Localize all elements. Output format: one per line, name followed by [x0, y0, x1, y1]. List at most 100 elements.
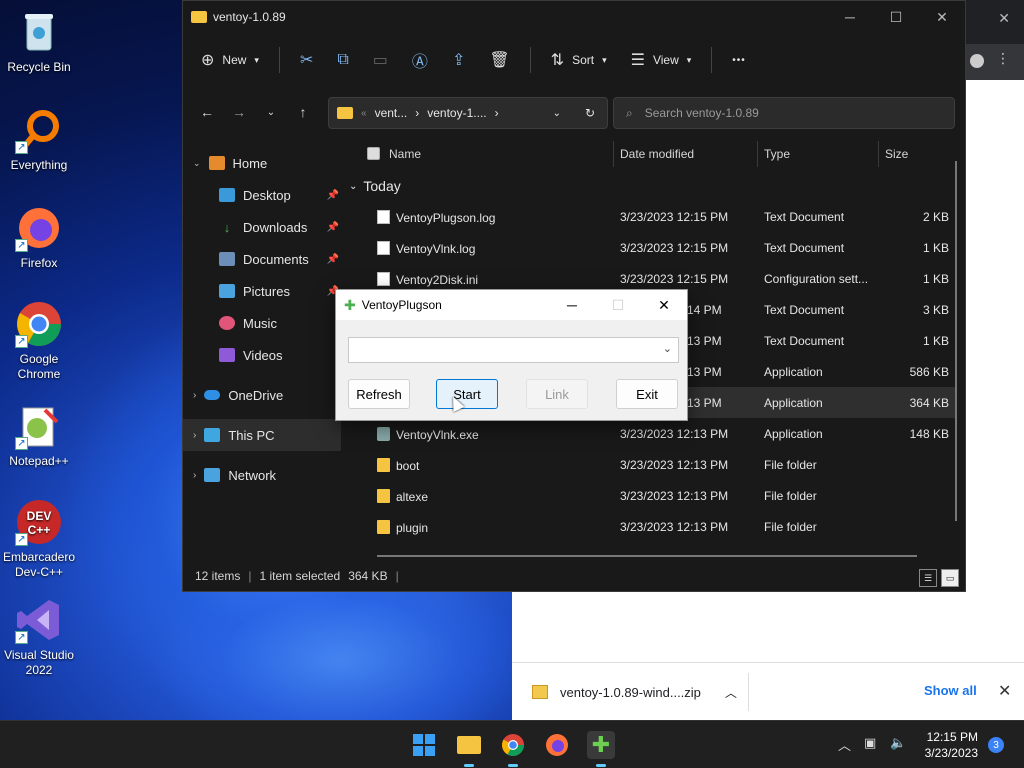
copy-button[interactable]: ⧉ — [327, 43, 358, 77]
chevron-up-icon[interactable]: ︿ — [838, 735, 851, 754]
new-button[interactable]: ⊕ New ▾ — [191, 43, 269, 77]
sidebar-item-desktop[interactable]: Desktop 📌 — [183, 179, 341, 211]
select-all-checkbox[interactable] — [367, 147, 380, 160]
notification-badge[interactable]: 3 — [988, 737, 1004, 753]
desktop-icon-notepadpp[interactable]: ↗ Notepad++ — [2, 402, 76, 469]
view-button[interactable]: ☰ View ▾ — [621, 43, 702, 77]
ventoy-plugson-taskbar-icon[interactable]: ✚ — [587, 731, 615, 767]
close-icon[interactable]: ✕ — [998, 10, 1010, 27]
recycle-bin-icon — [15, 8, 63, 56]
firefox-taskbar-icon[interactable] — [543, 731, 571, 759]
close-button[interactable]: ✕ — [641, 290, 687, 320]
sidebar-item-pictures[interactable]: Pictures 📌 — [183, 275, 341, 307]
file-row[interactable]: VentoyPlugson.log 3/23/2023 12:15 PM Tex… — [347, 201, 957, 232]
clock-date: 3/23/2023 — [924, 746, 978, 760]
desktop-icon-firefox[interactable]: ↗ Firefox — [2, 204, 76, 271]
refresh-button[interactable]: Refresh — [348, 379, 410, 409]
desktop-icon-devcpp[interactable]: DEV C++ ↗ Embarcadero Dev-C++ — [2, 498, 76, 580]
sidebar-item-home[interactable]: ⌄ Home — [183, 147, 341, 179]
puzzle-piece-icon: ✚ — [591, 732, 611, 757]
sort-button[interactable]: ⇅ Sort ▾ — [541, 43, 617, 77]
sidebar-item-onedrive[interactable]: › OneDrive — [183, 379, 341, 411]
column-date[interactable]: Date modified — [620, 147, 694, 161]
group-header-today[interactable]: ⌄ Today — [347, 171, 957, 201]
sidebar-item-network[interactable]: › Network — [183, 459, 341, 491]
chrome-taskbar-icon[interactable] — [499, 731, 527, 767]
close-button[interactable]: ✕ — [919, 1, 965, 33]
dialog-window-controls: ─ ☐ ✕ — [549, 290, 687, 320]
maximize-button[interactable]: ☐ — [873, 1, 919, 33]
sidebar-item-videos[interactable]: Videos — [183, 339, 341, 371]
selection-size: 364 KB — [348, 569, 388, 583]
desktop-icon-chrome[interactable]: ↗ Google Chrome — [2, 300, 76, 382]
tiles-view-icon[interactable]: ▭ — [941, 569, 959, 587]
column-name[interactable]: Name — [389, 147, 421, 161]
address-bar[interactable]: « vent... › ventoy-1.... › ⌄ ↻ — [328, 97, 608, 129]
show-all-link[interactable]: Show all — [924, 683, 977, 698]
file-row[interactable]: plugin 3/23/2023 12:13 PM File folder — [347, 511, 957, 542]
sidebar-item-music[interactable]: Music — [183, 307, 341, 339]
forward-button[interactable]: → — [223, 96, 255, 128]
volume-icon[interactable]: 🔈 — [890, 735, 906, 751]
system-clock[interactable]: 12:15 PM 3/23/2023 — [925, 729, 978, 761]
file-type: File folder — [764, 520, 817, 534]
file-type: Configuration sett... — [764, 272, 869, 286]
recent-locations-button[interactable]: ⌄ — [255, 96, 287, 128]
file-name: plugin — [396, 521, 429, 535]
network-status-icon[interactable]: ▣ — [864, 735, 876, 751]
sidebar-item-downloads[interactable]: ↓ Downloads 📌 — [183, 211, 341, 243]
profile-icon[interactable] — [970, 54, 984, 68]
start-button[interactable]: Start — [436, 379, 498, 409]
start-icon[interactable] — [410, 731, 438, 759]
search-box[interactable]: ⌕ Search ventoy-1.0.89 — [613, 97, 955, 129]
file-size: 1 KB — [922, 334, 949, 348]
address-dropdown-icon[interactable]: ⌄ — [553, 108, 561, 119]
pin-icon: 📌 — [326, 189, 339, 201]
sidebar-item-documents[interactable]: Documents 📌 — [183, 243, 341, 275]
file-row[interactable]: VentoyVlnk.log 3/23/2023 12:15 PM Text D… — [347, 232, 957, 263]
file-row[interactable]: boot 3/23/2023 12:13 PM File folder — [347, 449, 957, 480]
delete-button[interactable]: 🗑 — [479, 43, 519, 77]
details-view-icon[interactable]: ☰ — [919, 569, 937, 587]
download-item[interactable]: ventoy-1.0.89-wind....zip ︿ — [532, 681, 737, 703]
file-name-cell: altexe — [377, 489, 428, 504]
minimize-button[interactable]: ─ — [549, 290, 595, 320]
back-button[interactable]: ← — [191, 96, 223, 128]
chevron-up-icon[interactable]: ︿ — [725, 684, 737, 701]
sidebar-item-this-pc[interactable]: › This PC — [183, 419, 341, 451]
text-file-icon — [377, 210, 390, 224]
desktop-icon-everything[interactable]: ↗ Everything — [2, 106, 76, 173]
overflow-icon[interactable]: « — [361, 108, 367, 119]
vertical-scrollbar[interactable] — [955, 161, 957, 521]
file-name-cell: VentoyVlnk.log — [377, 241, 475, 256]
file-type: Text Document — [764, 241, 845, 255]
breadcrumb-1[interactable]: vent... — [375, 106, 408, 120]
up-button[interactable]: ↑ — [287, 96, 319, 128]
folder-icon — [191, 11, 207, 23]
more-options-button[interactable]: ••• — [722, 43, 756, 77]
cut-button[interactable]: ✂ — [290, 43, 323, 77]
rename-button[interactable]: Ⓐ — [402, 43, 438, 77]
column-size[interactable]: Size — [885, 147, 908, 161]
drive-select[interactable]: ⌄ — [348, 337, 679, 363]
notepadpp-icon: ↗ — [15, 402, 63, 450]
desktop-icon-label: Visual Studio 2022 — [4, 648, 74, 677]
kebab-menu-icon[interactable]: ⋮ — [996, 50, 1010, 67]
minimize-button[interactable]: ─ — [827, 1, 873, 33]
refresh-icon[interactable]: ↻ — [585, 106, 595, 120]
share-button[interactable]: ⇪ — [442, 43, 475, 77]
file-row[interactable]: altexe 3/23/2023 12:13 PM File folder — [347, 480, 957, 511]
dialog-title: VentoyPlugson — [361, 298, 442, 312]
network-icon — [204, 468, 221, 482]
desktop-icon-visual-studio[interactable]: ↗ Visual Studio 2022 — [2, 596, 76, 678]
file-explorer-taskbar-icon[interactable] — [455, 731, 483, 767]
file-date: 3/23/2023 12:13 PM — [620, 520, 729, 534]
exit-button[interactable]: Exit — [616, 379, 678, 409]
close-icon[interactable]: ✕ — [998, 681, 1011, 701]
column-type[interactable]: Type — [764, 147, 790, 161]
desktop-icon-recycle-bin[interactable]: Recycle Bin — [2, 8, 76, 75]
file-row[interactable]: VentoyVlnk.exe 3/23/2023 12:13 PM Applic… — [347, 418, 957, 449]
horizontal-scrollbar[interactable] — [377, 555, 917, 557]
paste-button[interactable]: ▭ — [363, 43, 398, 77]
breadcrumb-2[interactable]: ventoy-1.... — [427, 106, 486, 120]
